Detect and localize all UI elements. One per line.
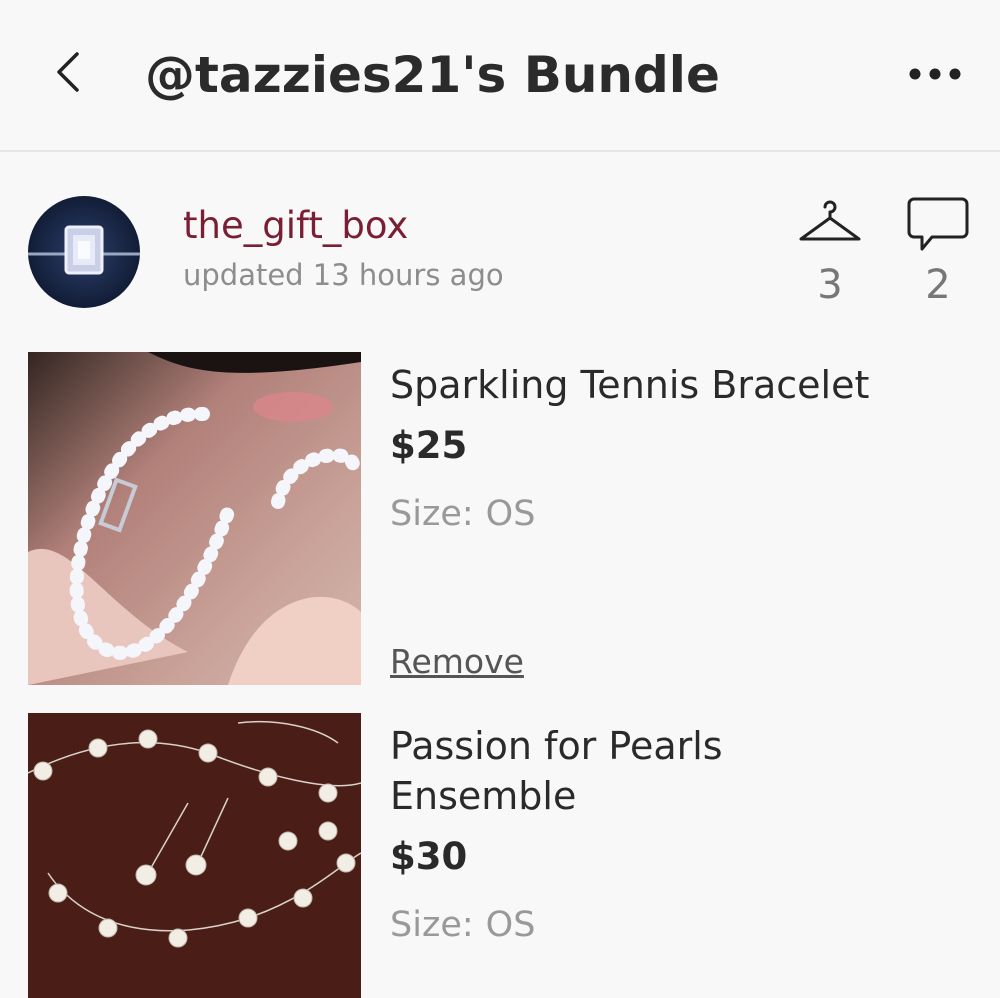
bundle-item: Passion for Pearls Ensemble $30 Size: OS bbox=[0, 713, 1000, 998]
item-image-pearls[interactable] bbox=[28, 713, 361, 998]
more-horizontal-icon bbox=[907, 66, 963, 85]
seller-username[interactable]: the_gift_box bbox=[183, 204, 408, 247]
size-label: Size: bbox=[390, 494, 474, 534]
remove-link[interactable]: Remove bbox=[390, 642, 524, 681]
comments-count: 2 bbox=[925, 262, 951, 308]
size-value: OS bbox=[485, 905, 536, 945]
seller-row: the_gift_box updated 13 hours ago 3 2 bbox=[0, 152, 1000, 332]
updated-timestamp: updated 13 hours ago bbox=[183, 258, 504, 292]
back-button[interactable] bbox=[40, 46, 96, 102]
more-options-button[interactable] bbox=[900, 50, 970, 100]
likes-stat[interactable]: 3 bbox=[790, 196, 870, 326]
size-value: OS bbox=[485, 494, 536, 534]
seller-avatar[interactable] bbox=[28, 196, 140, 308]
item-size: Size: OS bbox=[390, 494, 535, 534]
item-title[interactable]: Passion for Pearls Ensemble bbox=[390, 721, 950, 821]
item-size: Size: OS bbox=[390, 905, 535, 945]
item-title-line: Passion for Pearls bbox=[390, 724, 723, 768]
item-image-bracelet[interactable] bbox=[28, 352, 361, 685]
comments-stat[interactable]: 2 bbox=[898, 196, 978, 326]
size-label: Size: bbox=[390, 905, 474, 945]
likes-count: 3 bbox=[817, 262, 843, 308]
top-bar: @tazzies21's Bundle bbox=[0, 0, 1000, 152]
chevron-left-icon bbox=[53, 50, 83, 98]
item-price: $30 bbox=[390, 835, 468, 878]
bundle-item: Sparkling Tennis Bracelet $25 Size: OS Re… bbox=[0, 352, 1000, 692]
comment-icon bbox=[906, 196, 970, 258]
page-title: @tazzies21's Bundle bbox=[145, 46, 720, 104]
hanger-icon bbox=[798, 196, 862, 250]
item-price: $25 bbox=[390, 424, 468, 467]
item-title[interactable]: Sparkling Tennis Bracelet bbox=[390, 360, 950, 410]
item-title-line: Ensemble bbox=[390, 774, 577, 818]
